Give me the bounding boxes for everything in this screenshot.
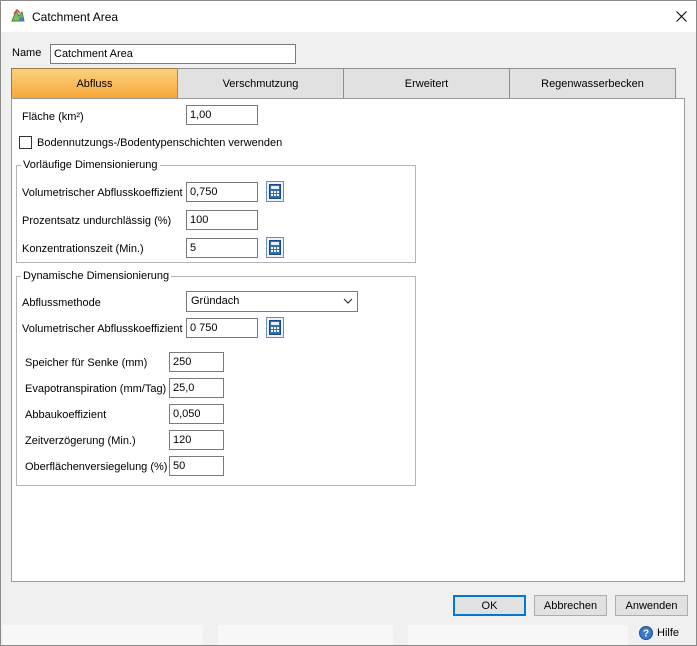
soil-layers-label: Bodennutzungs-/Bodentypenschichten verwe… [37,137,283,149]
cancel-button[interactable]: Abbrechen [534,595,607,616]
impervious-percentage-input[interactable]: 100 [186,210,258,230]
time-delay-label: Zeitverzögerung (Min.) [25,435,136,447]
area-label: Fläche (km²) [22,111,84,123]
chevron-down-icon [343,298,353,304]
calculator-icon [269,240,281,255]
area-input[interactable]: 1,00 [186,105,258,125]
status-segment [218,625,393,645]
evapotranspiration-label: Evapotranspiration (mm/Tag) [25,383,167,395]
status-segment [3,625,203,645]
ok-button[interactable]: OK [453,595,526,616]
status-segment [408,625,628,645]
calculator-icon [269,184,281,199]
concentration-time-calculator-button[interactable] [266,237,284,258]
name-label: Name [12,47,42,59]
time-delay-input[interactable]: 120 [169,430,224,450]
impervious-percentage-label: Prozentsatz undurchlässig (%) [22,215,172,227]
dynamic-runoff-coeff-input[interactable]: 0 750 [186,318,258,338]
dynamic-dimensioning-group: Dynamische Dimensionierung Abflussmethod… [16,270,416,486]
decay-coefficient-label: Abbaukoeffizient [25,409,107,421]
tab-abfluss[interactable]: Abfluss [11,68,178,99]
surface-sealing-label: Oberflächenversiegelung (%) [25,461,168,473]
apply-button[interactable]: Anwenden [615,595,688,616]
window-title: Catchment Area [32,10,119,24]
preliminary-runoff-calculator-button[interactable] [266,181,284,202]
preliminary-runoff-coeff-input[interactable]: 0,750 [186,182,258,202]
preliminary-group-title: Vorläufige Dimensionierung [21,159,160,171]
concentration-time-input[interactable]: 5 [186,238,258,258]
tab-regenwasserbecken[interactable]: Regenwasserbecken [509,68,676,99]
surface-sealing-input[interactable]: 50 [169,456,224,476]
tab-bar: Abfluss Verschmutzung Erweitert Regenwas… [11,68,677,99]
runoff-method-value: Gründach [191,295,240,307]
tab-verschmutzung[interactable]: Verschmutzung [177,68,344,99]
status-bar: ? Hilfe [1,623,696,646]
close-icon [675,11,687,22]
calculator-icon [269,320,281,335]
dialog-window: Catchment Area Name Catchment Area Abflu… [0,0,697,646]
dynamic-runoff-calculator-button[interactable] [266,317,284,338]
soil-layers-checkbox[interactable] [19,136,32,149]
dynamic-runoff-coeff-label: Volumetrischer Abflusskoeffizient [22,323,183,335]
decay-coefficient-input[interactable]: 0,050 [169,404,224,424]
runoff-method-label: Abflussmethode [22,297,101,309]
help-icon: ? [639,626,653,640]
preliminary-dimensioning-group: Vorläufige Dimensionierung Volumetrische… [16,159,416,263]
sink-storage-input[interactable]: 250 [169,352,224,372]
close-button[interactable] [666,1,696,32]
svg-text:?: ? [643,629,649,640]
dynamic-group-title: Dynamische Dimensionierung [21,270,172,282]
sink-storage-label: Speicher für Senke (mm) [25,357,148,369]
help-label: Hilfe [657,627,680,639]
preliminary-runoff-coeff-label: Volumetrischer Abflusskoeffizient [22,187,183,199]
tab-erweitert[interactable]: Erweitert [343,68,510,99]
help-button[interactable]: ? Hilfe [639,626,679,640]
title-bar: Catchment Area [1,1,696,32]
name-input[interactable]: Catchment Area [50,44,296,64]
concentration-time-label: Konzentrationszeit (Min.) [22,243,144,255]
tab-content-panel: Fläche (km²) 1,00 Bodennutzungs-/Bodenty… [11,98,685,582]
catchment-app-icon [10,8,26,24]
runoff-method-select[interactable]: Gründach [186,291,358,312]
evapotranspiration-input[interactable]: 25,0 [169,378,224,398]
